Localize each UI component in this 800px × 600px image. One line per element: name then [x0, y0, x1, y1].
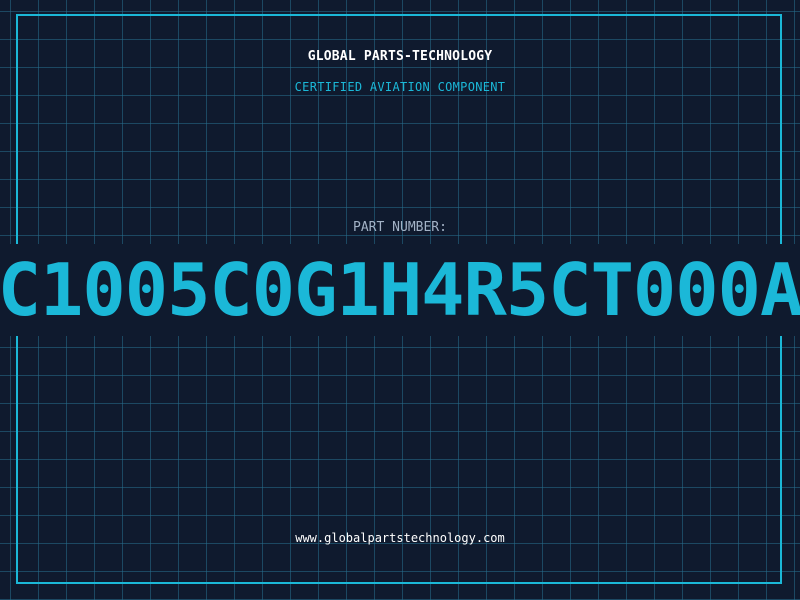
part-card: GLOBAL PARTS-TECHNOLOGY CERTIFIED AVIATI… [0, 0, 800, 600]
company-name: GLOBAL PARTS-TECHNOLOGY [307, 49, 493, 64]
part-number-value: C1005C0G1H4R5CT000A [0, 248, 800, 332]
part-number-band: C1005C0G1H4R5CT000A [0, 244, 800, 336]
website-url: www.globalpartstechnology.com [295, 531, 505, 545]
tagline: CERTIFIED AVIATION COMPONENT [294, 80, 506, 94]
part-number-label: PART NUMBER: [353, 220, 447, 235]
